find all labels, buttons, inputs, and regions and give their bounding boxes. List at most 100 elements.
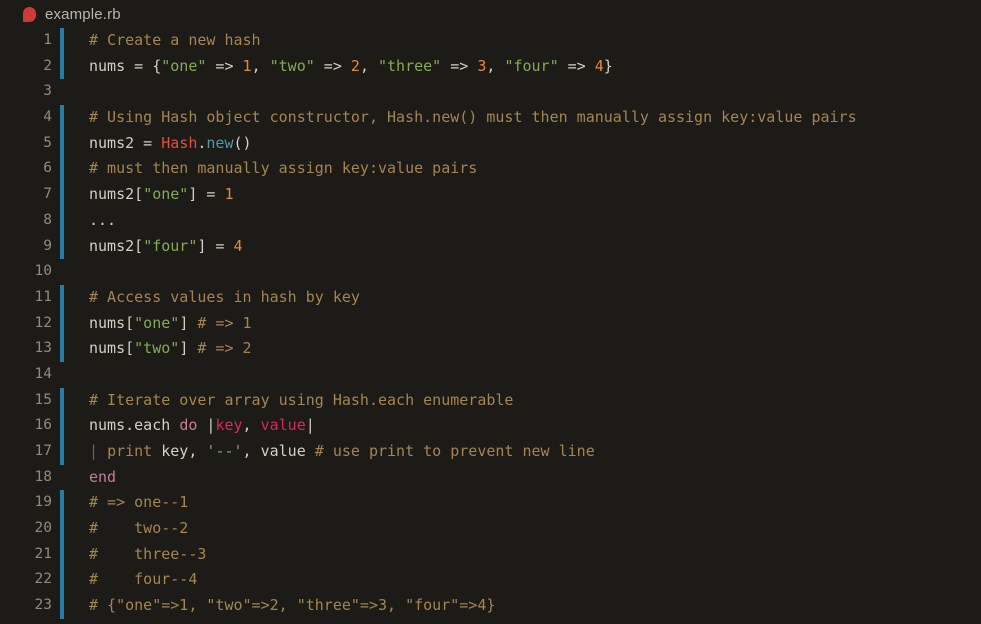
token-comment: # use print to prevent new line	[314, 442, 595, 460]
token-number: 2	[350, 56, 360, 75]
line-number: 9	[43, 237, 52, 254]
code-line[interactable]: 9 nums2["four"] = 4	[0, 233, 981, 260]
code-line-text: | print key, '--', value # use print to …	[64, 439, 981, 465]
line-number: 8	[43, 211, 52, 228]
token-comment: # Access values in hash by key	[89, 287, 360, 306]
line-number: 7	[43, 186, 52, 203]
code-line-text: # three--3	[64, 542, 981, 568]
code-line-text: # => one--1	[64, 490, 981, 516]
token-string: "three"	[378, 56, 442, 75]
token-plain: |	[197, 416, 216, 435]
titlebar: example.rb	[0, 0, 981, 28]
line-number: 14	[34, 365, 52, 382]
code-line[interactable]: 5 nums2 = Hash.new()	[0, 130, 981, 157]
token-comment: # => 2	[197, 339, 252, 358]
code-line-text: nums = {"one" => 1, "two" => 2, "three" …	[64, 54, 981, 80]
line-number: 10	[34, 263, 52, 280]
token-number: 1	[224, 185, 234, 204]
code-line[interactable]: 16 nums.each do |key, value|	[0, 413, 981, 439]
token-plain: ]	[179, 313, 198, 332]
line-number: 22	[34, 571, 52, 588]
token-comment: # => 1	[197, 313, 252, 332]
code-line-text: # four--4	[64, 567, 981, 593]
code-line-text: # Iterate over array using Hash.each enu…	[64, 388, 981, 414]
ruby-file-icon	[23, 7, 36, 22]
gutter-accent-bar	[60, 79, 64, 105]
code-line[interactable]: 6 # must then manually assign key:value p…	[0, 156, 981, 183]
token-comment: # Create a new hash	[89, 31, 261, 49]
gutter-accent-bar	[60, 362, 64, 388]
code-line-text: # Using Hash object constructor, Hash.ne…	[64, 105, 981, 131]
code-line[interactable]: 4 # Using Hash object constructor, Hash.n…	[0, 105, 981, 131]
code-line[interactable]: 7 nums2["one"] = 1	[0, 182, 981, 208]
token-comment: # must then manually assign key:value pa…	[89, 159, 478, 178]
token-plain: ]	[179, 339, 198, 358]
token-plain: ,	[359, 56, 378, 75]
code-line[interactable]: 10	[0, 259, 981, 285]
token-plain: nums = {	[89, 56, 162, 75]
line-number: 13	[34, 340, 52, 357]
code-line[interactable]: 22 # four--4	[0, 567, 981, 594]
token-plain: nums.each	[89, 416, 180, 435]
token-indent: |	[89, 442, 99, 460]
token-comment: # {"one"=>1, "two"=>2, "three"=>3, "four…	[89, 596, 496, 615]
code-line[interactable]: 1 # Create a new hash	[0, 28, 981, 54]
code-editor[interactable]: 1 # Create a new hash 2 nums = {"one" => 1,…	[0, 28, 981, 619]
code-line[interactable]: 21 # three--3	[0, 541, 981, 568]
token-param: value	[260, 416, 306, 435]
code-line-text: nums2["one"] = 1	[64, 182, 981, 208]
code-line[interactable]: 14	[0, 362, 981, 388]
code-line[interactable]: 8...	[0, 207, 981, 234]
code-line[interactable]: 17 | print key, '--', value # use print t…	[0, 439, 981, 465]
token-comment: # three--3	[89, 544, 207, 563]
token-keyword: end	[89, 467, 117, 486]
token-plain: =>	[314, 56, 351, 75]
token-string: "one"	[143, 185, 189, 204]
code-line[interactable]: 18 end	[0, 465, 981, 491]
line-number: 4	[43, 109, 52, 126]
line-number: 1	[43, 32, 52, 48]
token-method: new	[206, 133, 234, 152]
token-comment: # Iterate over array using Hash.each enu…	[89, 390, 514, 409]
token-plain: ] =	[188, 185, 225, 204]
line-number: 11	[34, 288, 52, 305]
token-func: print	[107, 442, 153, 460]
code-line[interactable]: 13 nums["two"] # => 2	[0, 336, 981, 362]
code-line-text: # must then manually assign key:value pa…	[64, 156, 981, 182]
code-line[interactable]: 11 # Access values in hash by key	[0, 284, 981, 311]
code-line[interactable]: 3	[0, 79, 981, 105]
code-line-text: nums2["four"] = 4	[64, 234, 981, 260]
token-string: "four"	[504, 56, 559, 75]
code-line[interactable]: 19 # => one--1	[0, 490, 981, 517]
code-line-text: ...	[64, 208, 981, 234]
line-number: 19	[34, 494, 52, 511]
code-line[interactable]: 23 # {"one"=>1, "two"=>2, "three"=>3, "fo…	[0, 593, 981, 619]
code-line-text: nums["one"] # => 1	[64, 311, 981, 337]
code-line[interactable]: 2 nums = {"one" => 1, "two" => 2, "three"…	[0, 53, 981, 80]
code-line[interactable]: 20 # two--2	[0, 516, 981, 542]
line-number: 15	[34, 391, 52, 408]
token-plain: ()	[233, 133, 252, 152]
line-number: 2	[43, 57, 52, 74]
token-plain: , value	[242, 442, 315, 460]
token-param: key	[215, 416, 243, 435]
token-number: 4	[594, 56, 604, 75]
token-plain: key,	[152, 442, 207, 460]
token-comment: # Using Hash object constructor, Hash.ne…	[89, 108, 857, 127]
code-line-text: nums2 = Hash.new()	[64, 131, 981, 157]
code-line-text: end	[64, 465, 981, 491]
code-line[interactable]: 12 nums["one"] # => 1	[0, 310, 981, 337]
code-line[interactable]: 15 # Iterate over array using Hash.each e…	[0, 387, 981, 414]
token-plain: nums[	[89, 339, 135, 358]
token-plain: }	[603, 56, 613, 75]
code-line-text: # Access values in hash by key	[64, 285, 981, 311]
token-plain: =>	[558, 56, 595, 75]
token-plain: ,	[242, 416, 261, 435]
token-plain: ] =	[197, 236, 234, 255]
token-plain: ,	[486, 56, 505, 75]
line-number: 5	[43, 134, 52, 151]
token-plain: nums2[	[89, 185, 144, 204]
token-comment: # two--2	[89, 519, 189, 538]
filename-label: example.rb	[45, 5, 121, 23]
